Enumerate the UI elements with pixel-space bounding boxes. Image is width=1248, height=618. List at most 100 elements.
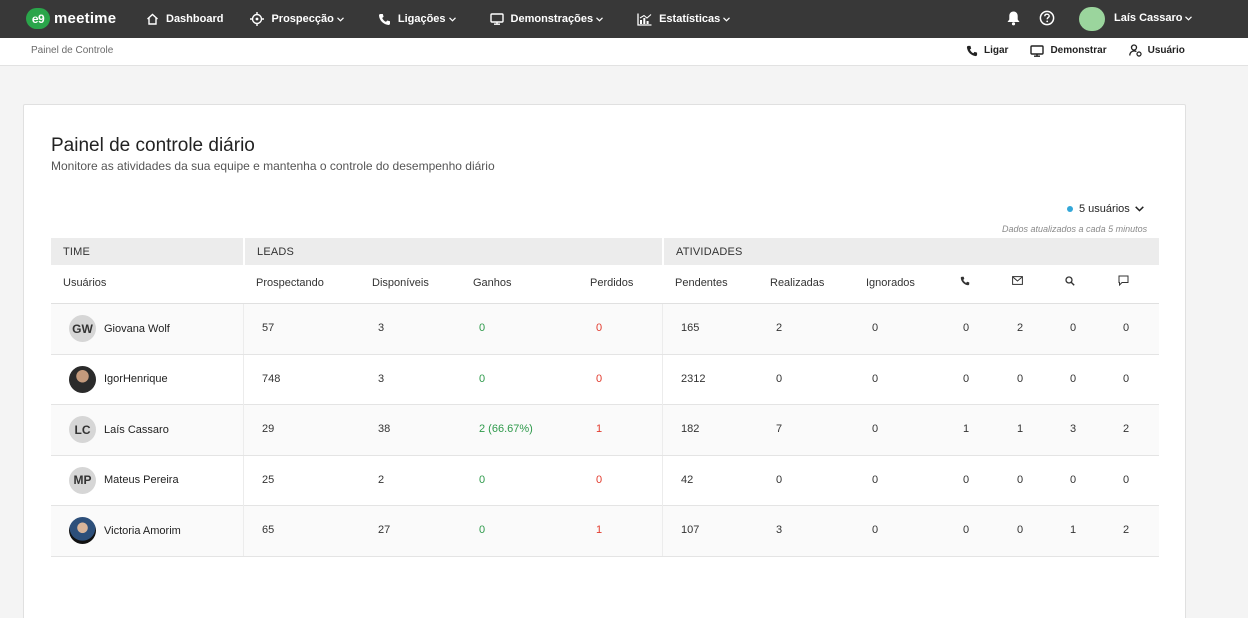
column-separator <box>662 405 663 455</box>
cell-ganhos: 2 (66.67%) <box>479 423 533 435</box>
cell-prospectando: 748 <box>262 372 281 385</box>
user-avatar[interactable] <box>1079 7 1105 31</box>
comment-icon[interactable] <box>1118 275 1129 286</box>
user-name: Mateus Pereira <box>104 474 179 486</box>
column-separator <box>662 304 663 354</box>
avatar: MP <box>69 466 96 494</box>
chart-icon <box>637 13 652 26</box>
phone-icon <box>966 45 978 56</box>
meetime-logo[interactable]: e9 meetime <box>26 8 116 29</box>
user-name: Laís Cassaro <box>104 423 169 436</box>
page-subtitle: Monitore as atividades da sua equipe e m… <box>51 159 495 173</box>
column-separator <box>243 304 244 354</box>
cell-ganhos: 0 <box>479 524 486 536</box>
cell-calls: 1 <box>963 423 970 435</box>
cell-pendentes: 182 <box>681 423 700 435</box>
cell-emails: 0 <box>1017 524 1024 536</box>
mail-icon[interactable] <box>1012 276 1023 285</box>
col-ignorados[interactable]: Ignorados <box>866 277 915 289</box>
nav-item-dashboard[interactable]: Dashboard <box>146 13 223 25</box>
cell-comments: 0 <box>1123 372 1130 385</box>
user-cell[interactable]: Victoria Amorim <box>69 517 181 544</box>
chevron-down-icon <box>596 16 604 22</box>
table-group-header: TIME LEADS ATIVIDADES <box>51 238 1159 265</box>
table-row[interactable]: Victoria Amorim 65 27 0 1 107 3 0 0 0 1 2 <box>51 506 1159 557</box>
demo-button-label: Demonstrar <box>1050 45 1107 56</box>
cell-searches: 3 <box>1070 423 1077 435</box>
table-row[interactable]: IgorHenrique 748 3 0 0 2312 0 0 0 0 0 0 <box>51 354 1159 405</box>
chevron-down-icon <box>336 16 344 22</box>
nav-item-label: Demonstrações <box>510 13 594 25</box>
cell-ganhos: 0 <box>479 372 486 385</box>
home-icon <box>147 13 158 25</box>
top-navbar: e9 meetime Dashboard Prospecção Ligações… <box>0 0 1248 38</box>
phone-icon[interactable] <box>960 276 970 286</box>
bell-icon[interactable] <box>1006 10 1021 26</box>
chevron-down-icon <box>723 16 731 22</box>
col-ganhos[interactable]: Ganhos <box>473 277 512 289</box>
table-row[interactable]: LC Laís Cassaro 29 38 2 (66.67%) 1 182 7 0 1 1 3 2 <box>51 405 1159 456</box>
user-settings-icon <box>1128 44 1142 57</box>
nav-item-ligacoes[interactable]: Ligações <box>378 13 463 26</box>
cell-disponiveis: 27 <box>378 524 391 536</box>
user-button[interactable]: Usuário <box>1128 44 1185 57</box>
column-separator <box>243 354 244 405</box>
call-button-label: Ligar <box>984 45 1009 56</box>
col-perdidos[interactable]: Perdidos <box>590 277 633 289</box>
nav-item-label: Dashboard <box>166 13 224 25</box>
nav-item-prospeccao[interactable]: Prospecção <box>250 12 350 26</box>
cell-perdidos: 1 <box>596 524 603 536</box>
nav-item-label: Estatísticas <box>659 13 721 25</box>
nav-item-estatisticas[interactable]: Estatísticas <box>637 13 737 26</box>
help-icon[interactable] <box>1039 10 1055 26</box>
cell-comments: 0 <box>1123 473 1130 486</box>
cell-perdidos: 0 <box>596 322 603 334</box>
avatar: LC <box>69 416 96 443</box>
daily-dashboard-card: Painel de controle diário Monitore as at… <box>23 104 1186 618</box>
cell-prospectando: 57 <box>262 322 275 334</box>
chevron-down-icon <box>448 16 456 22</box>
demo-button[interactable]: Demonstrar <box>1030 44 1107 57</box>
col-usuarios[interactable]: Usuários <box>63 277 106 289</box>
user-cell[interactable]: IgorHenrique <box>69 365 168 393</box>
breadcrumb: Painel de Controle <box>31 45 114 56</box>
team-activity-table: TIME LEADS ATIVIDADES Usuários Prospecta… <box>51 238 1159 557</box>
user-cell[interactable]: LC Laís Cassaro <box>69 416 169 443</box>
cell-searches: 0 <box>1070 473 1077 486</box>
main-nav: Dashboard Prospecção Ligações Demonstraç… <box>146 0 764 38</box>
avatar <box>69 365 96 393</box>
users-filter-dropdown[interactable]: 5 usuários <box>1067 203 1144 215</box>
cell-realizadas: 3 <box>776 524 783 536</box>
user-cell[interactable]: MP Mateus Pereira <box>69 466 179 494</box>
col-disponiveis[interactable]: Disponíveis <box>372 277 429 289</box>
quick-actions: Ligar Demonstrar Usuário <box>966 44 1207 57</box>
cell-searches: 0 <box>1070 322 1077 334</box>
user-menu[interactable]: Laís Cassaro <box>1114 12 1193 24</box>
avatar <box>69 517 96 544</box>
cell-pendentes: 2312 <box>681 372 706 385</box>
chevron-down-icon <box>1185 15 1193 21</box>
cell-disponiveis: 3 <box>378 322 385 334</box>
col-pendentes[interactable]: Pendentes <box>675 277 728 289</box>
column-separator <box>662 506 663 556</box>
user-cell[interactable]: GW Giovana Wolf <box>69 315 170 342</box>
nav-item-demonstracoes[interactable]: Demonstrações <box>489 13 611 25</box>
call-button[interactable]: Ligar <box>966 45 1008 57</box>
column-separator <box>243 455 244 506</box>
table-column-header: Usuários Prospectando Disponíveis Ganhos… <box>51 265 1159 304</box>
nav-item-label: Ligações <box>397 13 446 25</box>
cell-realizadas: 2 <box>776 322 783 334</box>
search-icon[interactable] <box>1065 276 1075 286</box>
table-row[interactable]: MP Mateus Pereira 25 2 0 0 42 0 0 0 0 0 0 <box>51 455 1159 506</box>
cell-ignorados: 0 <box>872 473 879 486</box>
cell-searches: 1 <box>1070 524 1077 536</box>
cell-ignorados: 0 <box>872 322 879 334</box>
cell-pendentes: 107 <box>681 524 700 536</box>
cell-perdidos: 0 <box>596 372 603 385</box>
cell-prospectando: 29 <box>262 423 275 435</box>
cell-disponiveis: 2 <box>378 473 385 486</box>
col-prospectando[interactable]: Prospectando <box>256 277 324 289</box>
table-row[interactable]: GW Giovana Wolf 57 3 0 0 165 2 0 0 2 0 0 <box>51 304 1159 355</box>
cell-emails: 0 <box>1017 372 1024 385</box>
col-realizadas[interactable]: Realizadas <box>770 277 824 289</box>
